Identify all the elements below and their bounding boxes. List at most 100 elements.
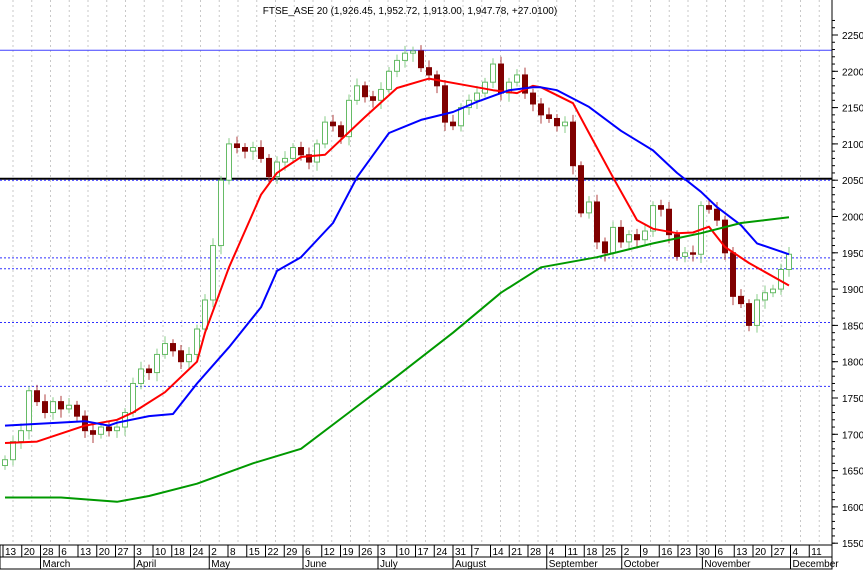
candle-body	[562, 121, 568, 127]
y-tick-label: 1600	[842, 503, 863, 514]
x-tick-label: 12	[324, 547, 336, 558]
x-tick-label: 24	[193, 547, 205, 558]
candle-body	[746, 303, 752, 326]
candle-body	[770, 288, 776, 294]
x-tick-label: 6	[61, 547, 67, 558]
candle-body	[602, 241, 608, 254]
candle-body	[194, 328, 200, 355]
candle-body	[370, 96, 376, 101]
candle-body	[338, 125, 344, 138]
x-tick-label: 3	[380, 547, 386, 558]
candle-body	[330, 121, 336, 127]
candle-body	[450, 121, 456, 127]
candle-body	[106, 426, 112, 432]
candle-body	[418, 50, 424, 69]
y-tick-label: 2200	[842, 67, 863, 78]
month-label: July	[380, 559, 398, 570]
candle-body	[738, 295, 744, 305]
y-tick-label: 1650	[842, 467, 863, 478]
candle-body	[498, 63, 504, 94]
candle-body	[146, 368, 152, 374]
x-tick-label: 4	[549, 547, 555, 558]
month-label: December	[793, 559, 840, 570]
candle-body	[634, 234, 640, 241]
candle-body	[242, 147, 248, 152]
y-axis: 2250 2200 2150 2100 2050 2000 1950 1900 1850 1800…	[832, 19, 863, 550]
y-tick-label: 1700	[842, 430, 863, 441]
candle-body	[178, 350, 184, 363]
candle-body	[290, 147, 296, 159]
candle-body	[386, 70, 392, 90]
candle-body	[58, 401, 64, 410]
candle-body	[410, 50, 416, 54]
candle-body	[730, 252, 736, 297]
y-tick-label: 1800	[842, 358, 863, 369]
candle-body	[266, 157, 272, 178]
x-tick-label: 31	[455, 547, 467, 558]
candle-body	[578, 165, 584, 214]
candle-body	[682, 252, 688, 257]
y-tick-label: 2000	[842, 213, 863, 224]
candle-body	[394, 59, 400, 72]
month-label: November	[704, 559, 751, 570]
x-tick-label: 14	[493, 547, 505, 558]
candle-body	[586, 201, 592, 214]
candle-body	[186, 353, 192, 363]
candle-body	[90, 430, 96, 435]
moving-averages	[4, 77, 790, 503]
candle-body	[218, 179, 224, 247]
x-tick-label: 11	[568, 547, 579, 558]
candle-body	[754, 299, 760, 326]
x-tick-label: 20	[99, 547, 111, 558]
candle-body	[642, 230, 648, 241]
candle-body	[18, 430, 24, 443]
x-tick-label: 9	[643, 547, 649, 558]
candle-body	[42, 401, 48, 414]
month-label: August	[455, 559, 486, 570]
candle-body	[442, 85, 448, 123]
x-tick-label: 22	[268, 547, 280, 558]
x-tick-label: 11	[811, 547, 822, 558]
candle-body	[402, 52, 408, 61]
candle-body	[202, 299, 208, 330]
candle-body	[114, 426, 120, 432]
candle-body	[314, 143, 320, 163]
candle-body	[226, 143, 232, 181]
candle-body	[154, 353, 160, 374]
x-axis: 13 20 28 6 13 20 27 3 10 18 24 2 8 15 22 29 6 12 19 26 3 10 17…	[0, 544, 840, 570]
candle-body	[282, 157, 288, 163]
candle-body	[130, 382, 136, 414]
candle-body	[530, 92, 536, 105]
x-tick-label: 2	[211, 547, 217, 558]
candle-body	[322, 121, 328, 145]
candle-body	[554, 117, 560, 127]
y-tick-label: 2050	[842, 176, 863, 187]
candle-body	[162, 343, 168, 355]
candle-body	[10, 441, 16, 461]
x-tick-label: 13	[80, 547, 92, 558]
x-tick-label: 15	[249, 547, 261, 558]
x-tick-label: 10	[399, 547, 411, 558]
candle-body	[82, 415, 88, 432]
candle-body	[474, 92, 480, 101]
month-label: May	[211, 559, 230, 570]
candle-body	[618, 226, 624, 243]
candle-body	[74, 404, 80, 417]
x-tick-label: 4	[793, 547, 799, 558]
candle-body	[2, 459, 8, 467]
month-label: October	[624, 559, 660, 570]
x-tick-label: 20	[24, 547, 36, 558]
x-tick-label: 21	[511, 547, 523, 558]
y-tick-label: 2150	[842, 104, 863, 115]
x-tick-label: 24	[436, 547, 448, 558]
candle-body	[98, 426, 104, 435]
candle-body	[706, 205, 712, 210]
candle-body	[362, 85, 368, 98]
candle-body	[34, 390, 40, 403]
candle-body	[170, 343, 176, 352]
moving-average-line	[5, 216, 790, 503]
x-tick-label: 19	[343, 547, 355, 558]
candle-body	[626, 234, 632, 243]
x-tick-label: 6	[305, 547, 311, 558]
candle-body	[762, 292, 768, 301]
